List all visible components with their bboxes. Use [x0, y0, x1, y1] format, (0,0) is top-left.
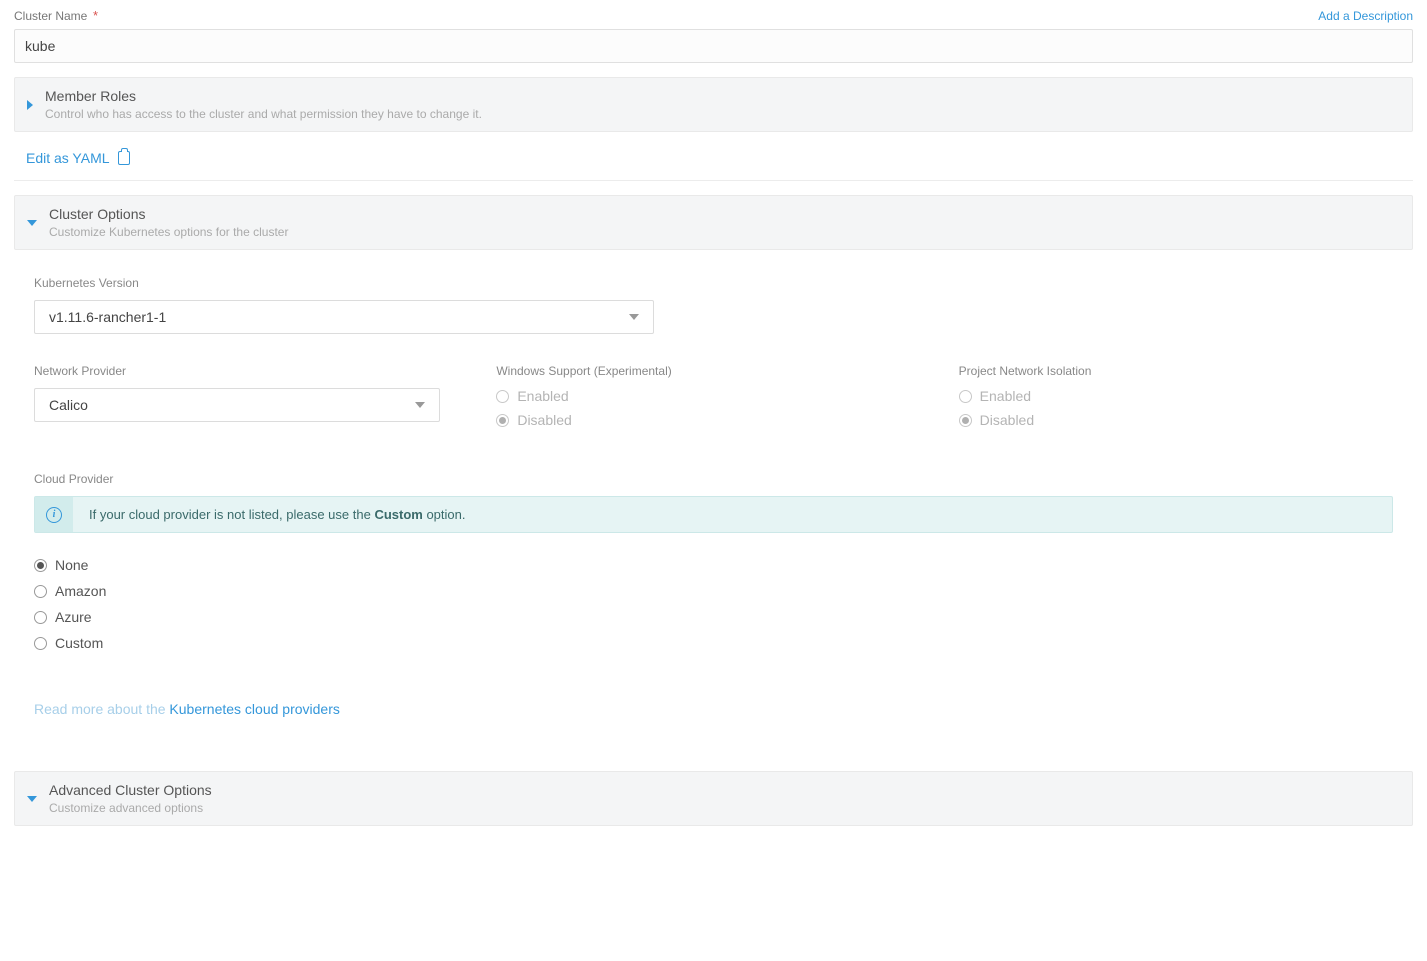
- radio-icon: [34, 637, 47, 650]
- cloud-provider-info-text: If your cloud provider is not listed, pl…: [73, 497, 481, 532]
- required-asterisk: *: [93, 8, 98, 23]
- info-icon: i: [46, 507, 62, 523]
- network-provider-value: Calico: [49, 397, 88, 413]
- cloud-readmore: Read more about the Kubernetes cloud pro…: [34, 701, 1393, 717]
- cloud-azure-label: Azure: [55, 609, 92, 625]
- network-provider-label: Network Provider: [34, 364, 468, 378]
- advanced-options-panel-header[interactable]: Advanced Cluster Options Customize advan…: [14, 771, 1413, 826]
- pni-enabled-label: Enabled: [980, 388, 1031, 404]
- clipboard-icon: [118, 151, 130, 165]
- radio-icon: [34, 585, 47, 598]
- member-roles-title: Member Roles: [45, 88, 1400, 104]
- windows-support-label: Windows Support (Experimental): [496, 364, 930, 378]
- k8s-version-label: Kubernetes Version: [34, 276, 1393, 290]
- cluster-options-panel-header[interactable]: Cluster Options Customize Kubernetes opt…: [14, 195, 1413, 250]
- radio-icon: [496, 390, 509, 403]
- windows-enabled-radio: Enabled: [496, 388, 930, 404]
- member-roles-subtitle: Control who has access to the cluster an…: [45, 107, 1400, 121]
- cloud-none-radio[interactable]: None: [34, 557, 1393, 573]
- cloud-amazon-radio[interactable]: Amazon: [34, 583, 1393, 599]
- radio-icon: [34, 611, 47, 624]
- cluster-options-subtitle: Customize Kubernetes options for the clu…: [49, 225, 1400, 239]
- cluster-name-label: Cluster Name: [14, 9, 87, 23]
- cluster-options-body: Kubernetes Version v1.11.6-rancher1-1 Ne…: [14, 250, 1413, 757]
- cloud-amazon-label: Amazon: [55, 583, 106, 599]
- network-provider-select[interactable]: Calico: [34, 388, 440, 422]
- chevron-down-icon: [415, 402, 425, 408]
- cluster-name-input[interactable]: [14, 29, 1413, 63]
- advanced-title: Advanced Cluster Options: [49, 782, 1400, 798]
- caret-right-icon: [27, 100, 33, 110]
- cluster-options-title: Cluster Options: [49, 206, 1400, 222]
- chevron-down-icon: [629, 314, 639, 320]
- add-description-link[interactable]: Add a Description: [1318, 9, 1413, 23]
- edit-as-yaml-label: Edit as YAML: [26, 150, 110, 166]
- cloud-provider-info-banner: i If your cloud provider is not listed, …: [34, 496, 1393, 533]
- radio-checked-icon: [496, 414, 509, 427]
- radio-icon: [959, 390, 972, 403]
- cloud-azure-radio[interactable]: Azure: [34, 609, 1393, 625]
- caret-down-icon: [27, 796, 37, 802]
- k8s-version-value: v1.11.6-rancher1-1: [49, 309, 166, 325]
- readmore-link[interactable]: Kubernetes cloud providers: [169, 701, 339, 717]
- advanced-subtitle: Customize advanced options: [49, 801, 1400, 815]
- cloud-custom-label: Custom: [55, 635, 103, 651]
- pni-label: Project Network Isolation: [959, 364, 1393, 378]
- pni-disabled-radio: Disabled: [959, 412, 1393, 428]
- pni-enabled-radio: Enabled: [959, 388, 1393, 404]
- readmore-prefix: Read more about the: [34, 701, 169, 717]
- radio-checked-icon: [34, 559, 47, 572]
- windows-disabled-label: Disabled: [517, 412, 571, 428]
- edit-as-yaml-link[interactable]: Edit as YAML: [26, 150, 130, 166]
- member-roles-panel-header[interactable]: Member Roles Control who has access to t…: [14, 77, 1413, 132]
- pni-disabled-label: Disabled: [980, 412, 1034, 428]
- cloud-custom-radio[interactable]: Custom: [34, 635, 1393, 651]
- cloud-provider-label: Cloud Provider: [34, 472, 1393, 486]
- caret-down-icon: [27, 220, 37, 226]
- windows-disabled-radio: Disabled: [496, 412, 930, 428]
- radio-checked-icon: [959, 414, 972, 427]
- cloud-none-label: None: [55, 557, 88, 573]
- windows-enabled-label: Enabled: [517, 388, 568, 404]
- k8s-version-select[interactable]: v1.11.6-rancher1-1: [34, 300, 654, 334]
